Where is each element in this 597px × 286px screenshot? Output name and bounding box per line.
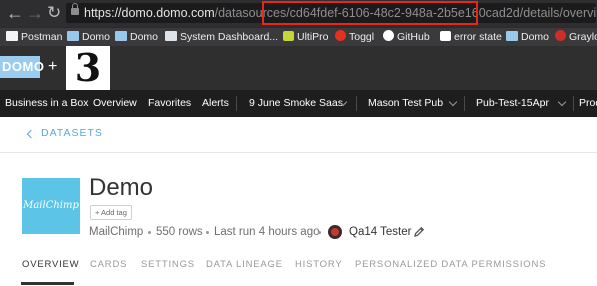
nav-item-alerts[interactable]: Alerts	[202, 90, 229, 117]
partner-logo: 3	[66, 46, 110, 90]
chevron-down-icon[interactable]	[557, 97, 567, 107]
domo-logo[interactable]: DOMO	[0, 56, 44, 78]
page-icon	[440, 31, 451, 41]
bookmark-domo[interactable]: Domo	[67, 29, 110, 45]
nav-item-favorites[interactable]: Favorites	[148, 90, 191, 117]
bookmark-ultipro[interactable]: UltiPro	[283, 29, 329, 45]
separator-dot	[148, 231, 151, 234]
nav-item-overview[interactable]: Overview	[93, 90, 137, 117]
chevron-down-icon[interactable]	[448, 97, 458, 107]
separator-dot	[206, 231, 209, 234]
github-icon	[383, 30, 394, 41]
row-count: 550 rows	[156, 226, 203, 238]
bookmark-graylog[interactable]: Graylo	[555, 29, 597, 45]
bookmarks-bar: Postman Domo Domo System Dashboard... Ul…	[0, 27, 597, 46]
tab-data-lineage[interactable]: DATA LINEAGE	[206, 259, 283, 271]
nav-divider	[573, 96, 574, 111]
tab-settings[interactable]: SETTINGS	[141, 259, 195, 271]
page-icon	[6, 31, 18, 41]
add-tag-button[interactable]: + Add tag	[90, 205, 132, 220]
nav-item-9-june-smoke-saas[interactable]: 9 June Smoke Saas	[249, 90, 343, 117]
url-path-suffix: /details/overview	[519, 6, 596, 20]
domo-icon	[506, 31, 518, 41]
ultipro-icon	[283, 31, 294, 41]
bookmark-domo[interactable]: Domo	[506, 29, 549, 45]
nav-divider	[356, 96, 357, 111]
tab-history[interactable]: HISTORY	[295, 259, 342, 271]
bookmark-system-dashboard[interactable]: System Dashboard...	[165, 29, 278, 45]
back-arrow-icon[interactable]: ←	[6, 3, 24, 23]
chevron-left-icon[interactable]	[26, 129, 36, 139]
tab-overview[interactable]: OVERVIEW	[22, 259, 79, 271]
mailchimp-connector-icon: MailChimp	[22, 178, 80, 234]
domo-icon	[115, 31, 127, 41]
bookmark-domo[interactable]: Domo	[115, 29, 158, 45]
tab-cards[interactable]: CARDS	[90, 259, 127, 271]
main-nav: Business in a Box Overview Favorites Ale…	[0, 90, 597, 117]
breadcrumb: DATASETS	[0, 117, 597, 153]
active-tab-indicator	[21, 282, 74, 285]
lock-icon	[71, 3, 79, 15]
url-host: https://domo.domo.com	[84, 6, 215, 20]
owner-name[interactable]: Qa14 Tester	[349, 224, 411, 240]
tab-personalized-data-permissions[interactable]: PERSONALIZED DATA PERMISSIONS	[355, 259, 546, 271]
reload-icon[interactable]: ↻	[47, 3, 61, 23]
bookmark-toggl[interactable]: Toggl	[335, 29, 374, 45]
pencil-icon[interactable]	[413, 226, 425, 238]
browser-toolbar: ← → ↻ https://domo.domo.com/datasources/…	[0, 0, 597, 27]
nav-divider	[236, 96, 237, 111]
logo-bar: DOMO + 3	[0, 46, 597, 90]
page-title[interactable]: Demo	[89, 174, 153, 202]
plus-sign: +	[48, 58, 58, 75]
graylog-icon	[555, 30, 566, 41]
nav-item-prod[interactable]: Prod	[579, 90, 597, 117]
bookmark-error-state[interactable]: error state	[440, 29, 502, 45]
bookmark-github[interactable]: GitHub	[383, 29, 430, 45]
url-highlight-box	[262, 1, 478, 25]
nav-item-mason-test-pub[interactable]: Mason Test Pub	[368, 90, 443, 117]
nav-item-business-in-a-box[interactable]: Business in a Box	[5, 90, 88, 117]
avatar[interactable]	[328, 225, 342, 239]
nav-item-pub-test-15apr[interactable]: Pub-Test-15Apr	[476, 90, 549, 117]
dashboard-icon	[165, 31, 177, 41]
bookmark-postman[interactable]: Postman	[6, 29, 62, 45]
toggl-icon	[335, 30, 346, 41]
breadcrumb-datasets-link[interactable]: DATASETS	[41, 127, 103, 139]
last-run: Last run 4 hours ago	[214, 226, 320, 238]
separator-dot	[318, 231, 321, 234]
forward-arrow-icon[interactable]: →	[26, 3, 44, 23]
connector-type: MailChimp	[89, 226, 144, 238]
domo-icon	[67, 31, 79, 41]
nav-divider	[464, 96, 465, 111]
